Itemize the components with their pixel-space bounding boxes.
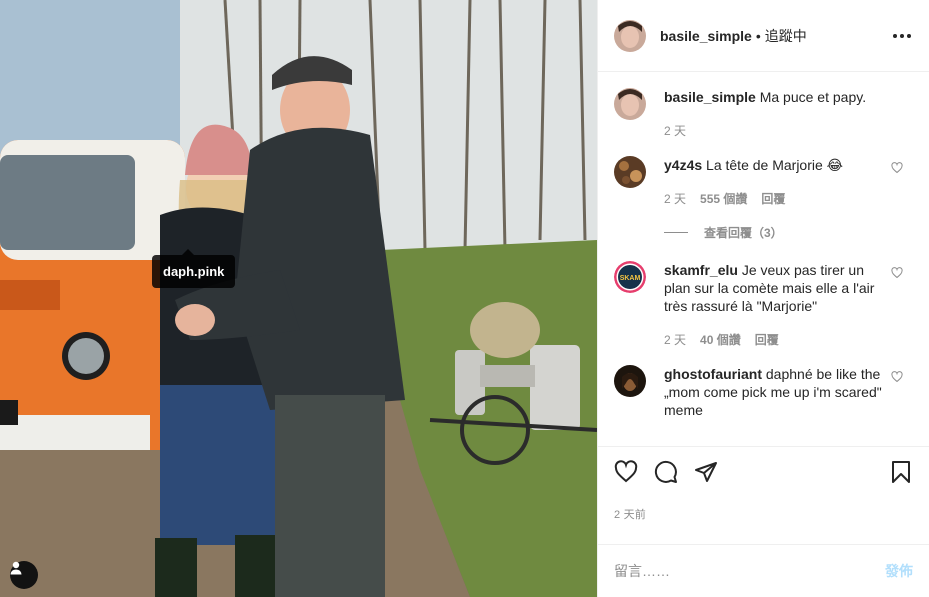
- caption-meta: 2 天: [664, 122, 883, 140]
- comment-input[interactable]: [614, 563, 885, 579]
- comment-username[interactable]: skamfr_elu: [664, 262, 738, 278]
- comment-like-count[interactable]: 555 個讚: [700, 190, 747, 208]
- user-tag-label[interactable]: daph.pink: [152, 249, 236, 288]
- svg-text:SKAM: SKAM: [620, 275, 641, 282]
- comment-like-count[interactable]: 40 個讚: [700, 331, 741, 349]
- divider-line: [664, 232, 688, 233]
- avatar[interactable]: [614, 19, 646, 52]
- avatar[interactable]: [614, 365, 646, 397]
- comment: y4z4s La tête de Marjorie 😂 2 天 555 個讚 回…: [614, 156, 913, 208]
- person-icon: [10, 561, 22, 575]
- reply-button[interactable]: 回覆: [755, 331, 779, 349]
- avatar[interactable]: SKAM: [614, 261, 646, 293]
- comment: SKAM skamfr_elu Je veux pas tirer un pla…: [614, 261, 913, 349]
- post-header: basile_simple • 追蹤中: [598, 0, 929, 72]
- photo-illustration: [0, 0, 597, 597]
- post-comment-button[interactable]: 發佈: [885, 561, 913, 581]
- post-time[interactable]: 2 天前: [598, 496, 929, 544]
- more-options-button[interactable]: [891, 28, 913, 44]
- caption: basile_simple Ma puce et papy. 2 天: [614, 88, 913, 140]
- post-actions: [598, 446, 929, 496]
- caption-username[interactable]: basile_simple: [664, 89, 756, 105]
- post-viewer: daph.pink basile_simple • 追蹤中 basile_sim…: [0, 0, 929, 597]
- bookmark-icon[interactable]: [889, 460, 913, 484]
- add-comment-bar: 發佈: [598, 544, 929, 597]
- heart-icon[interactable]: [891, 371, 903, 383]
- comment-text: La tête de Marjorie 😂: [706, 157, 844, 173]
- heart-icon[interactable]: [891, 267, 903, 279]
- view-replies-button[interactable]: 查看回覆（3）: [664, 224, 913, 241]
- post-side-panel: basile_simple • 追蹤中 basile_simple Ma puc…: [597, 0, 929, 597]
- user-tags-button[interactable]: [10, 561, 38, 589]
- comment-username[interactable]: y4z4s: [664, 157, 702, 173]
- post-photo[interactable]: daph.pink: [0, 0, 597, 597]
- heart-icon[interactable]: [891, 162, 903, 174]
- ellipsis-icon: [893, 33, 897, 38]
- avatar[interactable]: [614, 88, 646, 120]
- caption-time[interactable]: 2 天: [664, 122, 686, 140]
- comment-icon[interactable]: [654, 460, 678, 484]
- header-separator: •: [755, 27, 761, 44]
- follow-status[interactable]: 追蹤中: [765, 26, 807, 46]
- header-username[interactable]: basile_simple: [660, 28, 752, 44]
- comment-time[interactable]: 2 天: [664, 190, 686, 208]
- comment-username[interactable]: ghostofauriant: [664, 366, 762, 382]
- avatar[interactable]: [614, 156, 646, 188]
- comments-list[interactable]: basile_simple Ma puce et papy. 2 天 y4z4s…: [598, 72, 929, 446]
- share-icon[interactable]: [694, 460, 718, 484]
- comment: ghostofauriant daphné be like the „mom c…: [614, 365, 913, 419]
- view-replies-label: 查看回覆（3）: [704, 226, 783, 240]
- comment-time[interactable]: 2 天: [664, 331, 686, 349]
- heart-icon[interactable]: [614, 459, 638, 484]
- reply-button[interactable]: 回覆: [761, 190, 785, 208]
- caption-text: Ma puce et papy.: [759, 89, 867, 105]
